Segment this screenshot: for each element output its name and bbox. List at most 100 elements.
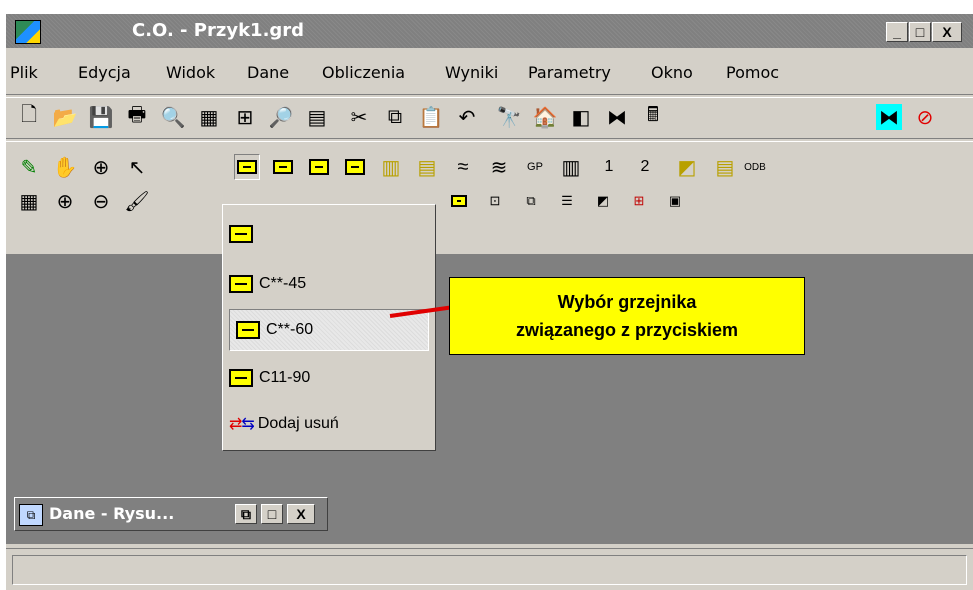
divider — [6, 138, 973, 142]
tab-lines[interactable]: ☰ — [554, 188, 580, 214]
dropdown-item[interactable]: C11-90 — [229, 357, 429, 399]
menu-bar: Plik Edycja Widok Dane Obliczenia Wyniki… — [6, 55, 973, 89]
pipe-split-icon[interactable]: ⧓ — [604, 104, 630, 130]
add-remove-icon: ⇄⇆ — [229, 416, 255, 433]
convector-icon[interactable]: ▤ — [414, 154, 440, 180]
zoom-previous-icon[interactable]: ⊖ — [88, 188, 114, 214]
dropdown-item-label: C**-60 — [266, 321, 314, 338]
gp-button[interactable]: GP — [522, 154, 548, 180]
page-setup-icon[interactable]: ▦ — [196, 104, 222, 130]
radiator-dropdown-button[interactable] — [234, 154, 260, 180]
save-icon[interactable]: 💾 — [88, 104, 114, 130]
odb-label: ODB — [744, 161, 766, 173]
app-icon[interactable] — [15, 20, 41, 44]
dropdown-item[interactable]: C**-45 — [229, 263, 429, 305]
status-bar — [6, 548, 973, 590]
pipe-icon[interactable]: ≈ — [450, 154, 476, 180]
tab-valve[interactable]: ⧉ — [518, 188, 544, 214]
child-window-title: Dane - Rysu... — [49, 504, 175, 523]
status-pane — [12, 555, 967, 585]
radiator-type-dropdown: C**-45 C**-60 C11-90 ⇄⇆ Dodaj usuń — [222, 204, 436, 451]
two-button[interactable]: 2 — [632, 154, 658, 180]
menu-obliczenia[interactable]: Obliczenia — [322, 63, 405, 82]
calculator-icon[interactable]: 🖩 — [640, 104, 666, 130]
radiator-tool-3[interactable] — [306, 154, 332, 180]
open-folder-icon[interactable]: 📂 — [52, 104, 78, 130]
callout-line-2: związanego z przyciskiem — [515, 320, 739, 340]
radiator-icon — [229, 275, 253, 293]
radiator-icon — [309, 159, 329, 175]
minimize-button[interactable]: _ — [886, 22, 908, 42]
close-button[interactable]: X — [932, 22, 962, 42]
one-label: 1 — [604, 158, 614, 175]
properties-icon[interactable]: ▦ — [16, 188, 42, 214]
radiator-icon — [451, 195, 467, 207]
paste-icon[interactable]: 📋 — [418, 104, 444, 130]
hand-pan-icon[interactable]: ✋ — [52, 154, 78, 180]
pipe-split-active-icon[interactable]: ⧓ — [876, 104, 902, 130]
menu-parametry[interactable]: Parametry — [528, 63, 611, 82]
find-icon[interactable]: 🔭 — [496, 104, 522, 130]
gp-label: GP — [527, 161, 543, 173]
drawing-toolbar: ✎ ✋ ⊕ ↖ ▥ ▤ ≈ ≋ GP ▥ 1 2 ◩ ▤ ODB — [6, 154, 973, 182]
radiator-icon — [229, 369, 253, 387]
copy-icon[interactable]: ⧉ — [382, 104, 408, 130]
house-icon[interactable]: 🏠 — [532, 104, 558, 130]
view-toolbar: ▦ ⊕ ⊖ 🖌 ⊡ ⧉ ☰ ◩ ⊞ ▣ — [6, 188, 973, 216]
dropdown-item-label: C**-45 — [259, 275, 307, 292]
column-radiator-icon[interactable]: ▥ — [558, 154, 584, 180]
hydrant-icon[interactable]: ◩ — [674, 154, 700, 180]
double-pipe-icon[interactable]: ≋ — [486, 154, 512, 180]
brush-icon[interactable]: 🖌 — [124, 188, 150, 214]
title-bar[interactable]: C.O. - Przyk1.grd _ □ X — [6, 14, 973, 48]
export-icon[interactable]: ▤ — [304, 104, 330, 130]
menu-pomoc[interactable]: Pomoc — [726, 63, 779, 82]
tab-fitting[interactable]: ⊡ — [482, 188, 508, 214]
stop-icon[interactable]: ⊘ — [912, 104, 938, 130]
tab-shape[interactable]: ◩ — [590, 188, 616, 214]
odb-button[interactable]: ODB — [742, 154, 768, 180]
draw-icon[interactable]: ✎ — [16, 154, 42, 180]
radiator-tool-4[interactable] — [342, 154, 368, 180]
divider — [6, 94, 973, 98]
zoom-in-icon[interactable]: ⊕ — [88, 154, 114, 180]
radiator-icon — [237, 160, 257, 174]
print-preview-icon[interactable]: 🔍 — [160, 104, 186, 130]
maximize-button[interactable]: □ — [909, 22, 931, 42]
list-doc-icon[interactable]: ▤ — [712, 154, 738, 180]
undo-icon[interactable]: ↶ — [454, 104, 480, 130]
preview-icon[interactable]: 🔎 — [268, 104, 294, 130]
zoom-in-icon[interactable]: ⊕ — [52, 188, 78, 214]
one-button[interactable]: 1 — [596, 154, 622, 180]
dropdown-item[interactable]: ⇄⇆ Dodaj usuń — [229, 403, 429, 445]
two-label: 2 — [640, 158, 650, 175]
menu-plik[interactable]: Plik — [10, 63, 38, 82]
radiator-icon — [236, 321, 260, 339]
restore-button[interactable]: ⧉ — [235, 504, 257, 524]
select-arrow-icon[interactable]: ↖ — [124, 154, 150, 180]
tab-network[interactable]: ⊞ — [626, 188, 652, 214]
dropdown-item[interactable] — [229, 213, 429, 255]
window-icon[interactable]: ◧ — [568, 104, 594, 130]
print-icon[interactable]: 🖶 — [124, 104, 150, 130]
tab-layout[interactable]: ▣ — [662, 188, 688, 214]
menu-dane[interactable]: Dane — [247, 63, 289, 82]
minimized-child-window[interactable]: ⧉ Dane - Rysu... ⧉ □ X — [14, 497, 328, 531]
new-file-icon[interactable]: 🗋 — [16, 104, 42, 130]
table-icon[interactable]: ⊞ — [232, 104, 258, 130]
menu-wyniki[interactable]: Wyniki — [445, 63, 498, 82]
cut-icon[interactable]: ✂ — [346, 104, 372, 130]
child-maximize-button[interactable]: □ — [261, 504, 283, 524]
callout-line-1: Wybór grzejnika — [557, 292, 697, 312]
radiator-tool-2[interactable] — [270, 154, 296, 180]
child-close-button[interactable]: X — [287, 504, 315, 524]
drawing-window-icon[interactable]: ⧉ — [19, 504, 43, 526]
menu-widok[interactable]: Widok — [166, 63, 215, 82]
menu-edycja[interactable]: Edycja — [78, 63, 131, 82]
menu-okno[interactable]: Okno — [651, 63, 693, 82]
tab-radiator[interactable] — [446, 188, 472, 214]
panel-heater-icon[interactable]: ▥ — [378, 154, 404, 180]
standard-toolbar: 🗋 📂 💾 🖶 🔍 ▦ ⊞ 🔎 ▤ ✂ ⧉ 📋 ↶ 🔭 🏠 ◧ ⧓ 🖩 ⧓ ⊘ — [6, 104, 973, 132]
dropdown-item-label: Dodaj usuń — [257, 415, 339, 432]
dropdown-item-label: C11-90 — [259, 369, 311, 386]
